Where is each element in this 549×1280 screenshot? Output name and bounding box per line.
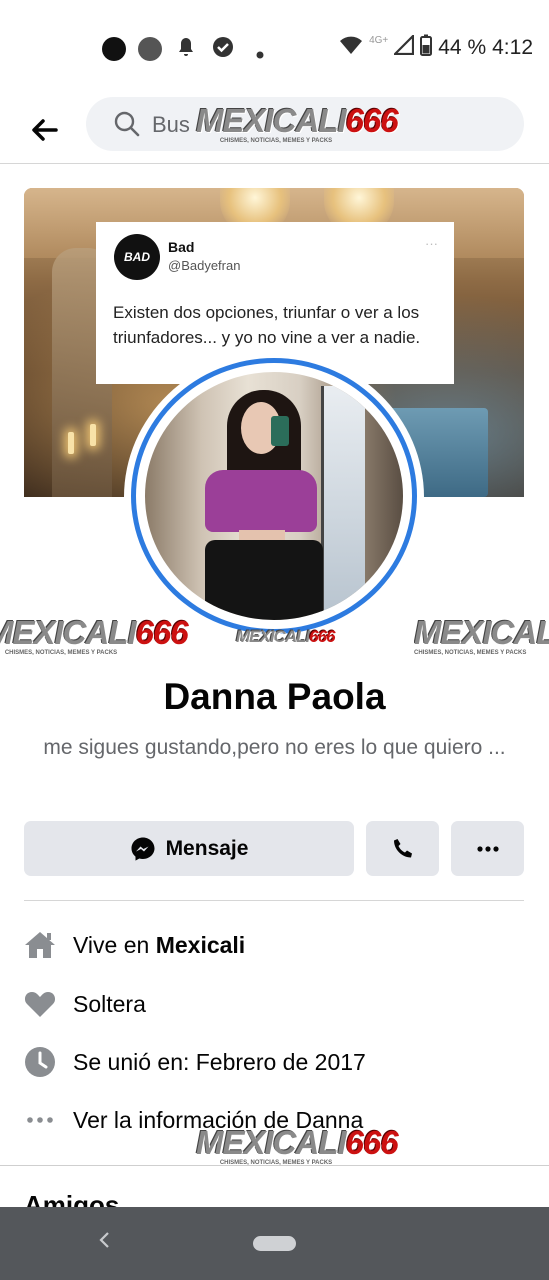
- battery-level: 44 %: [438, 36, 487, 59]
- more-options-button[interactable]: [451, 821, 524, 876]
- photo-black-skirt: [205, 540, 323, 620]
- network-type: 4G+: [369, 34, 389, 46]
- tweet-author-handle: @Badyefran: [168, 258, 241, 273]
- info-row-relationship: Soltera: [24, 987, 524, 1021]
- status-bar: 4G+ 44 % 4:12: [0, 0, 549, 96]
- profile-name: Danna Paola: [163, 676, 386, 717]
- profile-picture[interactable]: [131, 358, 417, 634]
- chevron-left-icon: [99, 1232, 109, 1248]
- tweet-more-icon: ···: [425, 236, 438, 251]
- cover-candle: [68, 432, 74, 454]
- photo-purple-top: [205, 470, 317, 532]
- system-home-button[interactable]: [253, 1236, 296, 1251]
- bell-icon: [176, 36, 196, 64]
- info-row-joined: Se unió en: Febrero de 2017: [24, 1045, 524, 1079]
- wifi-icon: [339, 35, 363, 61]
- check-circle-icon: [212, 36, 234, 64]
- info-joined: Se unió en: Febrero de 2017: [73, 1048, 366, 1075]
- info-relationship: Soltera: [73, 990, 146, 1017]
- info-row-lives-in: Vive en Mexicali: [24, 928, 524, 962]
- heart-icon: [24, 988, 56, 1020]
- call-button[interactable]: [366, 821, 439, 876]
- notification-dot-icon: [102, 37, 126, 61]
- system-back-button[interactable]: [98, 1229, 110, 1255]
- app-header: Bus: [0, 96, 549, 164]
- search-icon: [114, 111, 140, 142]
- status-indicators: 4G+ 44 % 4:12: [339, 33, 533, 62]
- tweet-avatar: BAD: [114, 234, 160, 280]
- system-navigation-bar: [0, 1207, 549, 1280]
- back-button[interactable]: [24, 110, 64, 150]
- battery-icon: [420, 34, 433, 62]
- cover-candle: [90, 424, 96, 446]
- ellipsis-icon: [476, 845, 499, 852]
- signal-icon: [392, 33, 415, 61]
- photo-mirror: [321, 386, 365, 616]
- lives-city: Mexicali: [155, 931, 246, 958]
- clock: 4:12: [492, 36, 533, 59]
- see-about-info-link[interactable]: Ver la información de Danna: [24, 1103, 524, 1137]
- info-lives-in: Vive en Mexicali: [73, 931, 246, 958]
- message-button[interactable]: Mensaje: [24, 821, 354, 876]
- arrow-left-icon: [32, 119, 58, 141]
- search-placeholder: Bus: [152, 112, 190, 137]
- section-divider: [24, 900, 524, 901]
- message-button-label: Mensaje: [165, 836, 249, 860]
- photo-phone: [271, 416, 289, 446]
- ellipsis-icon: [24, 1104, 56, 1136]
- tweet-text: Existen dos opciones, triunfar o ver a l…: [113, 303, 421, 347]
- notification-dot-icon: [138, 37, 162, 61]
- phone-icon: [393, 838, 412, 857]
- messenger-icon: [131, 837, 155, 861]
- watermark-logo: MEXICALI666 CHISMES, NOTICIAS, MEMES Y P…: [0, 614, 189, 656]
- tweet-author-name: Bad: [168, 239, 195, 255]
- more-notifications-dot-icon: [256, 42, 264, 65]
- watermark-logo: MEXICALI666 CHISMES, NOTICIAS, MEMES Y P…: [414, 616, 549, 656]
- search-input[interactable]: Bus: [86, 97, 524, 151]
- profile-photo-image: [145, 372, 403, 620]
- see-info-label: Ver la información de Danna: [73, 1106, 364, 1133]
- section-divider: [0, 1165, 549, 1166]
- clock-icon: [24, 1046, 56, 1078]
- home-icon: [24, 929, 56, 961]
- profile-bio: me sigues gustando,pero no eres lo que q…: [43, 736, 506, 759]
